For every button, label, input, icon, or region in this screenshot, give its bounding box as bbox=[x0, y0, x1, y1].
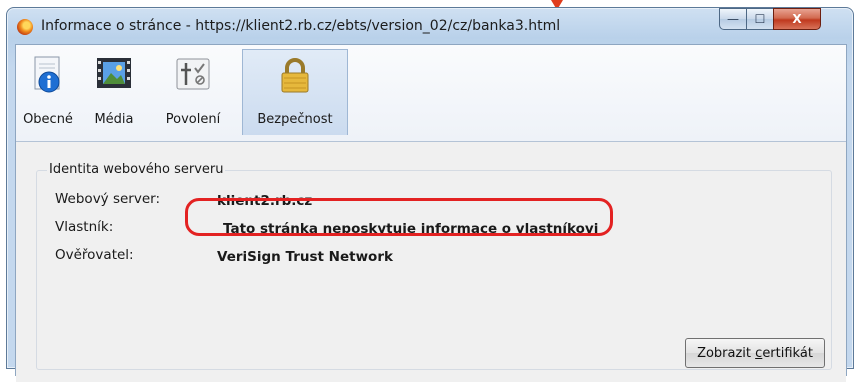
tab-security-label: Bezpečnost bbox=[257, 112, 333, 127]
info-icon bbox=[34, 56, 60, 93]
tab-permissions[interactable]: Povolení bbox=[151, 49, 235, 135]
media-icon bbox=[97, 58, 131, 88]
tab-general[interactable]: Obecné bbox=[19, 49, 77, 135]
view-certificate-text-end: ertifikát bbox=[762, 345, 813, 361]
tab-media-label: Média bbox=[94, 112, 134, 127]
maximize-button[interactable]: ☐ bbox=[746, 8, 774, 30]
lock-icon bbox=[281, 58, 309, 93]
tab-media[interactable]: Média bbox=[84, 49, 144, 135]
view-certificate-button[interactable]: Zobrazit certifikát bbox=[685, 338, 825, 368]
permissions-icon bbox=[176, 58, 210, 90]
close-button[interactable]: X bbox=[773, 8, 821, 30]
tab-security[interactable]: Bezpečnost bbox=[242, 49, 348, 135]
title-bar[interactable]: Informace o stránce - https://klient2.rb… bbox=[7, 8, 853, 44]
view-certificate-accel: c bbox=[755, 345, 763, 361]
firefox-icon bbox=[17, 19, 33, 35]
owner-label: Vlastník: bbox=[55, 219, 114, 235]
tab-toolbar: Obecné Média Povolení Bezpečnost bbox=[16, 45, 846, 142]
webserver-label: Webový server: bbox=[55, 191, 161, 207]
page-info-window: Informace o stránce - https://klient2.rb… bbox=[6, 7, 854, 382]
minimize-button[interactable]: — bbox=[719, 8, 747, 30]
verifier-value: VeriSign Trust Network bbox=[217, 249, 393, 265]
identity-group-title: Identita webového serveru bbox=[47, 162, 226, 177]
tab-general-label: Obecné bbox=[23, 112, 73, 127]
view-certificate-text: Zobrazit bbox=[697, 345, 756, 361]
owner-highlight-annotation bbox=[185, 198, 613, 236]
security-panel: Identita webového serveru Webový server:… bbox=[16, 142, 846, 382]
tab-permissions-label: Povolení bbox=[165, 112, 221, 127]
verifier-label: Ověřovatel: bbox=[55, 247, 134, 263]
window-title: Informace o stránce - https://klient2.rb… bbox=[41, 18, 561, 34]
